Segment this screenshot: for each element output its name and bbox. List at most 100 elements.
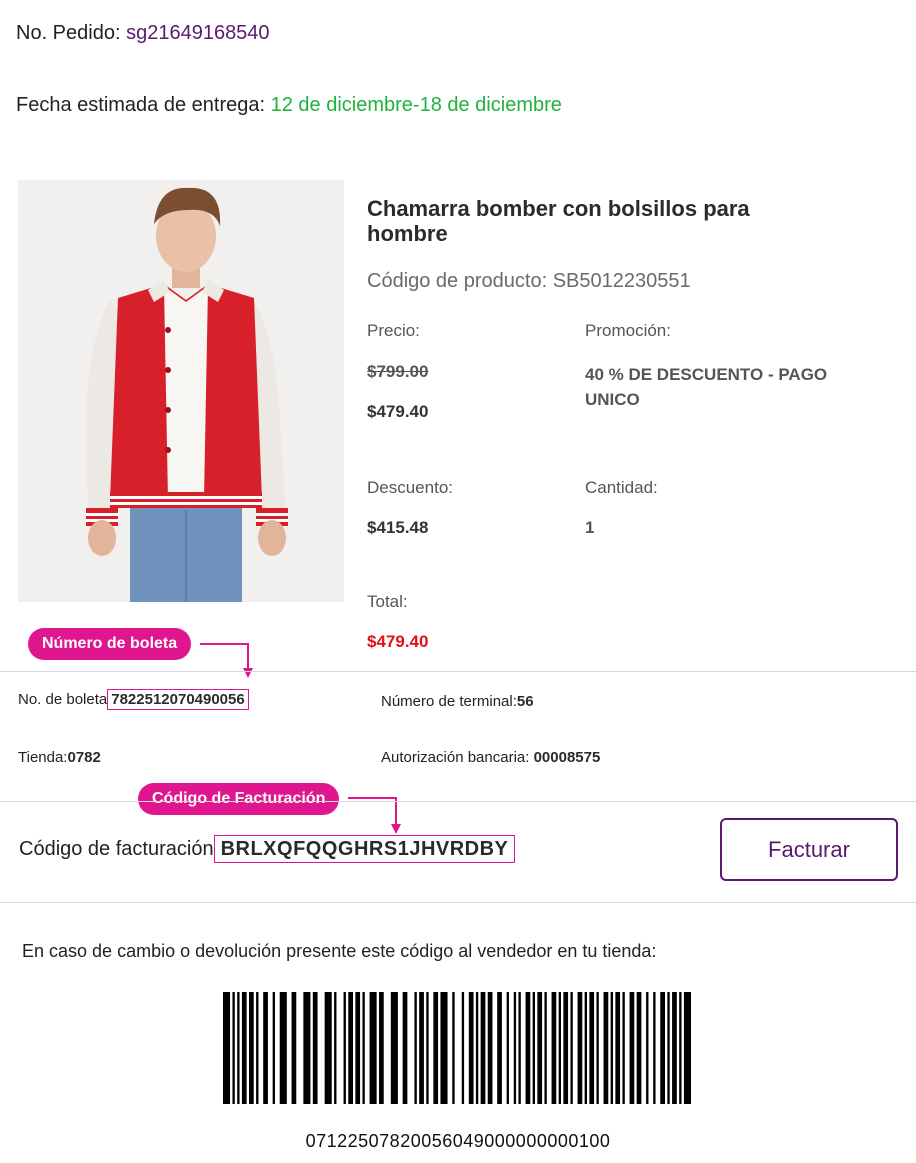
barcode-bar <box>256 992 259 1104</box>
barcode-bar <box>615 992 621 1104</box>
billing-code-value: BRLXQFQQGHRS1JHVRDBY <box>213 835 516 863</box>
barcode-bar <box>610 992 613 1104</box>
billing-code-callout: Código de Facturación <box>138 783 340 815</box>
barcode-bar <box>487 992 493 1104</box>
divider <box>0 801 916 802</box>
barcode-bar <box>272 992 275 1104</box>
billing-code-line: Código de facturación BRLXQFQQGHRS1JHVRDB… <box>19 835 516 863</box>
billing-code-label: Código de facturación <box>19 838 214 860</box>
barcode-bar <box>679 992 682 1104</box>
barcode-bar <box>369 992 377 1104</box>
bank-authorization-line: Autorización bancaria: 00008575 <box>381 749 600 766</box>
barcode-bar <box>414 992 417 1104</box>
bank-authorization-value: 00008575 <box>533 749 601 766</box>
barcode-bar <box>603 992 609 1104</box>
divider <box>0 902 916 903</box>
order-number-label: No. Pedido: <box>16 22 121 44</box>
barcode-bar <box>525 992 531 1104</box>
return-instructions: En caso de cambio o devolución presente … <box>22 941 657 961</box>
barcode-bar <box>303 992 311 1104</box>
barcode-bar <box>589 992 595 1104</box>
original-price: $799.00 <box>367 362 429 381</box>
discount-label: Descuento: <box>367 478 453 497</box>
barcode-bar <box>584 992 587 1104</box>
bank-authorization-label: Autorización bancaria: <box>381 749 530 766</box>
barcode-bar <box>312 992 318 1104</box>
product-name: Chamarra bomber con bolsillos para hombr… <box>367 196 750 246</box>
barcode-bar <box>419 992 424 1104</box>
facturar-button[interactable]: Facturar <box>720 818 898 881</box>
barcode-bar <box>324 992 332 1104</box>
barcode-bar <box>518 992 521 1104</box>
barcode-bar <box>241 992 247 1104</box>
barcode-bar <box>348 992 353 1104</box>
receipt-number-callout: Número de boleta <box>28 628 192 660</box>
barcode-bar <box>232 992 235 1104</box>
barcode-bar <box>291 992 297 1104</box>
barcode-bar <box>672 992 677 1104</box>
barcode-bar <box>223 992 231 1104</box>
promotion-label: Promoción: <box>585 321 671 340</box>
barcode-bar <box>558 992 561 1104</box>
barcode-bar <box>513 992 517 1104</box>
product-code-value: SB5012230551 <box>552 270 691 292</box>
barcode-bar <box>683 992 691 1104</box>
total-label: Total: <box>367 592 408 611</box>
order-number-line: No. Pedido: sg21649168540 <box>16 22 270 45</box>
terminal-value: 56 <box>516 693 534 710</box>
total-value: $479.40 <box>367 632 429 651</box>
product-image <box>18 180 344 602</box>
barcode-bar <box>237 992 240 1104</box>
terminal-label: Número de terminal: <box>381 693 517 710</box>
barcode-bar <box>653 992 656 1104</box>
barcode-bar <box>636 992 642 1104</box>
product-code-line: Código de producto: SB5012230551 <box>367 270 691 293</box>
barcode-bar <box>402 992 408 1104</box>
barcode-bar <box>622 992 625 1104</box>
barcode-bar <box>646 992 649 1104</box>
price-label: Precio: <box>367 321 420 340</box>
barcode-bar <box>596 992 599 1104</box>
receipt-number-line: No. de boleta 7822512070490056 <box>18 689 249 710</box>
quantity-value: 1 <box>585 518 595 537</box>
receipt-number-label: No. de boleta <box>18 691 108 708</box>
barcode-bar <box>263 992 268 1104</box>
store-value: 0782 <box>67 749 101 766</box>
barcode-bar <box>577 992 583 1104</box>
barcode-bar <box>379 992 384 1104</box>
discount-value: $415.48 <box>367 518 429 537</box>
delivery-estimate-label: Fecha estimada de entrega: <box>16 94 266 116</box>
barcode-bar <box>544 992 547 1104</box>
delivery-estimate-line: Fecha estimada de entrega: 12 de diciemb… <box>16 94 562 117</box>
product-code-label: Código de producto: <box>367 270 548 292</box>
store-line: Tienda:0782 <box>18 749 101 766</box>
promotion-value: 40 % DE DESCUENTO - PAGO UNICO <box>585 365 828 409</box>
divider <box>0 671 916 672</box>
order-number-value: sg21649168540 <box>126 22 270 44</box>
barcode-bar <box>426 992 429 1104</box>
barcode-bar <box>629 992 635 1104</box>
receipt-callout-arrow-icon <box>200 643 253 678</box>
quantity-label: Cantidad: <box>585 478 658 497</box>
barcode-bar <box>433 992 439 1104</box>
barcode-bar <box>537 992 543 1104</box>
barcode-bar <box>563 992 569 1104</box>
barcode-image <box>223 992 691 1104</box>
jacket-illustration <box>18 180 344 602</box>
barcode-bar <box>334 992 337 1104</box>
billing-callout-arrow-icon <box>348 797 401 834</box>
store-label: Tienda: <box>18 749 68 766</box>
price-value: $479.40 <box>367 402 429 421</box>
barcode-bar <box>532 992 535 1104</box>
barcode-bar <box>355 992 361 1104</box>
barcode-bar <box>452 992 455 1104</box>
barcode-bar <box>362 992 365 1104</box>
barcode-bar <box>343 992 346 1104</box>
delivery-estimate-value: 12 de diciembre-18 de diciembre <box>270 94 562 116</box>
barcode-bar <box>390 992 398 1104</box>
barcode-bar <box>660 992 665 1104</box>
barcode-bar <box>506 992 509 1104</box>
barcode-bar <box>475 992 479 1104</box>
barcode-bar <box>468 992 474 1104</box>
barcode-bar <box>551 992 557 1104</box>
